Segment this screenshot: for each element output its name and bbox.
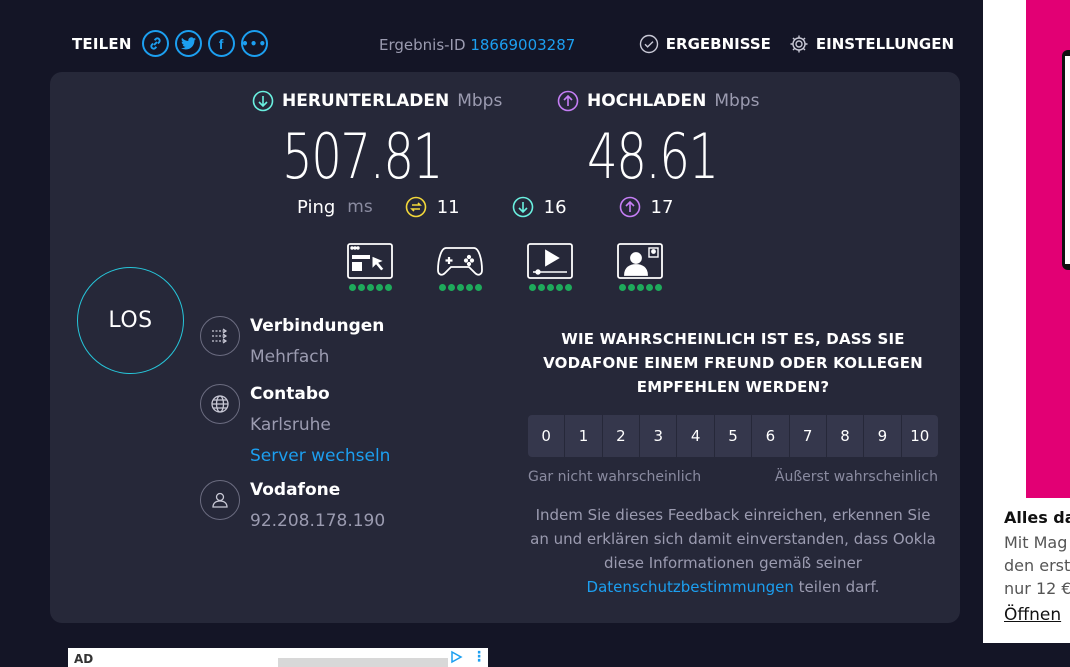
video-chat-icon	[617, 243, 663, 279]
result-id: Ergebnis-ID 18669003287	[379, 36, 575, 54]
side-ad[interactable]: Alles da Mit Mag den erst nur 12 € Öffne…	[983, 0, 1070, 643]
ping-unit: ms	[347, 197, 373, 217]
side-ad-headline: Alles da	[1004, 508, 1070, 527]
survey-option-9[interactable]: 9	[864, 415, 901, 457]
streaming-rating-dots	[528, 284, 572, 291]
idle-latency-value: 11	[436, 196, 460, 218]
results-button[interactable]: ERGEBNISSE	[639, 34, 771, 54]
user-icon	[200, 480, 240, 520]
gaming-rating-dots	[438, 284, 482, 291]
bottom-ad-banner[interactable]: AD ⋮	[68, 648, 488, 667]
isp-name: Vodafone	[250, 480, 341, 500]
side-ad-line: den erst	[1004, 556, 1070, 575]
survey-option-3[interactable]: 3	[640, 415, 677, 457]
survey-disclaimer: Indem Sie dieses Feedback einreichen, er…	[528, 503, 938, 599]
ping-label: Ping	[297, 196, 336, 218]
disclaimer-end: teilen darf.	[798, 578, 880, 596]
change-server-link[interactable]: Server wechseln	[250, 446, 390, 466]
facebook-icon[interactable]: f	[207, 30, 235, 57]
download-latency-icon	[512, 196, 533, 218]
share-label: TEILEN	[72, 34, 132, 53]
download-arrow-icon	[252, 90, 274, 112]
survey-option-1[interactable]: 1	[565, 415, 602, 457]
disclaimer-text: Indem Sie dieses Feedback einreichen, er…	[530, 506, 936, 572]
upload-arrow-icon	[557, 90, 579, 112]
use-case-gaming[interactable]	[436, 242, 484, 291]
more-icon[interactable]: •••	[240, 30, 268, 57]
survey-option-6[interactable]: 6	[752, 415, 789, 457]
connections-icon	[200, 316, 240, 356]
ping-row: Ping ms 11 16 17	[297, 196, 713, 218]
survey-option-8[interactable]: 8	[826, 415, 864, 457]
use-case-streaming[interactable]	[526, 242, 574, 291]
download-latency-value: 16	[543, 196, 567, 218]
twitter-icon[interactable]	[174, 30, 202, 57]
globe-icon	[200, 384, 240, 424]
gear-icon	[790, 35, 808, 53]
survey-option-4[interactable]: 4	[677, 415, 714, 457]
browsing-icon	[347, 243, 393, 279]
upload-speed: 48.61	[587, 120, 719, 193]
survey-option-0[interactable]: 0	[528, 415, 565, 457]
idle-latency-icon	[405, 196, 427, 218]
connections-title: Verbindungen	[250, 316, 385, 336]
survey-option-5[interactable]: 5	[714, 415, 752, 457]
server-location: Karlsruhe	[250, 415, 331, 435]
video-chat-rating-dots	[618, 284, 662, 291]
server-name: Contabo	[250, 384, 330, 404]
privacy-policy-link[interactable]: Datenschutzbestimmungen	[587, 578, 794, 596]
download-metric: HERUNTERLADEN Mbps 507.81	[252, 90, 502, 193]
gaming-icon	[437, 247, 483, 276]
survey-option-7[interactable]: 7	[789, 415, 826, 457]
survey-scale-labels: Gar nicht wahrscheinlich Äußerst wahrsch…	[528, 469, 938, 485]
survey-option-10[interactable]: 10	[901, 415, 938, 457]
side-ad-open-link[interactable]: Öffnen	[1004, 605, 1061, 625]
result-panel: HERUNTERLADEN Mbps 507.81 HOCHLADEN Mbps…	[50, 72, 960, 623]
upload-metric: HOCHLADEN Mbps 48.61	[557, 90, 759, 193]
settings-button[interactable]: EINSTELLUNGEN	[789, 34, 954, 54]
download-unit: Mbps	[457, 91, 503, 111]
upload-latency-value: 17	[650, 196, 674, 218]
share-group: TEILEN f •••	[72, 30, 268, 57]
survey-low-label: Gar nicht wahrscheinlich	[528, 469, 702, 485]
link-icon[interactable]	[141, 30, 169, 57]
survey-scale: 0 1 2 3 4 5 6 7 8 9 10	[528, 415, 938, 457]
use-case-ratings	[346, 242, 664, 291]
connections-value: Mehrfach	[250, 347, 330, 367]
upload-latency-icon	[619, 196, 640, 218]
go-button[interactable]: LOS	[77, 267, 184, 374]
video-streaming-icon	[527, 243, 573, 279]
check-circle-icon	[639, 34, 658, 54]
side-ad-line: Mit Mag	[1004, 533, 1068, 552]
use-case-video-chat[interactable]	[616, 242, 664, 291]
result-id-link[interactable]: 18669003287	[470, 36, 575, 54]
ad-image	[278, 658, 448, 667]
top-nav: ERGEBNISSE EINSTELLUNGEN	[639, 34, 954, 54]
result-id-label: Ergebnis-ID	[379, 36, 466, 54]
nps-survey: WIE WAHRSCHEINLICH IST ES, DASS SIE VODA…	[528, 327, 938, 599]
results-label: ERGEBNISSE	[665, 35, 771, 53]
survey-high-label: Äußerst wahrscheinlich	[774, 469, 938, 485]
isp-ip: 92.208.178.190	[250, 511, 386, 531]
upload-label: HOCHLADEN	[587, 91, 707, 111]
use-case-browsing[interactable]	[346, 242, 394, 291]
top-bar: TEILEN f ••• Ergebnis-ID 18669003287 ERG…	[72, 30, 954, 60]
download-speed: 507.81	[282, 120, 443, 193]
survey-option-2[interactable]: 2	[602, 415, 640, 457]
settings-label: EINSTELLUNGEN	[815, 35, 954, 53]
upload-unit: Mbps	[714, 91, 760, 111]
survey-question: WIE WAHRSCHEINLICH IST ES, DASS SIE VODA…	[543, 330, 923, 396]
side-ad-line: nur 12 €	[1004, 579, 1070, 598]
browsing-rating-dots	[348, 284, 392, 291]
ad-menu-icon[interactable]: ⋮	[472, 650, 486, 664]
ad-phone-screen	[1065, 56, 1070, 264]
ad-label: AD	[74, 652, 94, 666]
download-label: HERUNTERLADEN	[282, 91, 450, 111]
side-ad-body: Mit Mag den erst nur 12 €	[1004, 531, 1070, 600]
adchoices-icon[interactable]	[449, 650, 463, 664]
